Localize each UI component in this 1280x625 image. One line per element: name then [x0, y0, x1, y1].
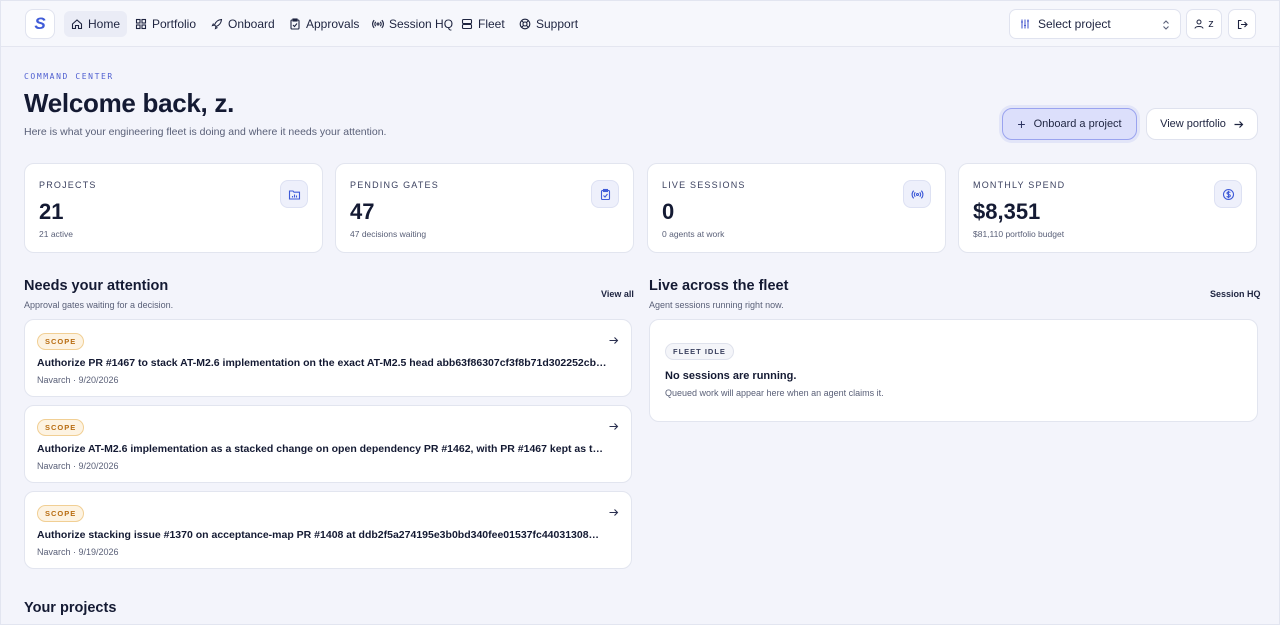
logout-button[interactable] [1228, 9, 1256, 39]
nav-portfolio-label: Portfolio [152, 17, 197, 31]
attention-subtitle: Approval gates waiting for a decision. [24, 300, 174, 310]
gate-card[interactable]: SCOPE Authorize stacking issue #1370 on … [24, 491, 632, 569]
gate-title: Authorize AT-M2.6 implementation as a st… [37, 443, 607, 455]
gate-title: Authorize stacking issue #1370 on accept… [37, 529, 600, 541]
home-icon [71, 19, 83, 30]
stat-sub: 0 agents at work [662, 229, 725, 239]
stat-value: $8,351 [973, 199, 1041, 224]
onboard-project-button[interactable]: + Onboard a project [1002, 108, 1137, 140]
fleet-subtitle: Agent sessions running right now. [649, 300, 784, 310]
arrow-right-icon [609, 337, 619, 344]
gate-card[interactable]: SCOPE Authorize PR #1467 to stack AT-M2.… [24, 319, 632, 397]
scope-badge: SCOPE [37, 419, 85, 436]
nav-portfolio[interactable]: Portfolio [128, 11, 203, 37]
stat-card-projects[interactable]: PROJECTS 21 21 active [24, 163, 323, 253]
project-select-value: Select project [1038, 17, 1111, 31]
fleet-idle-card: FLEET IDLE No sessions are running. Queu… [649, 319, 1258, 422]
gate-card[interactable]: SCOPE Authorize AT-M2.6 implementation a… [24, 405, 632, 483]
nav-support-label: Support [536, 17, 579, 31]
chevron-updown-icon [1163, 20, 1169, 30]
gate-meta: Navarch · 9/19/2026 [37, 547, 119, 557]
nav-onboard-label: Onboard [228, 17, 275, 31]
nav-approvals[interactable]: Approvals [282, 11, 366, 37]
top-nav: S Home Portfolio Onboard Approvals Sessi… [1, 1, 1279, 47]
project-select[interactable]: Select project [1009, 9, 1181, 39]
gate-meta: Navarch · 9/20/2026 [37, 375, 119, 385]
gate-meta: Navarch · 9/20/2026 [37, 461, 119, 471]
page-eyebrow: COMMAND CENTER [24, 72, 114, 81]
nav-fleet[interactable]: Fleet [454, 11, 512, 37]
gate-title: Authorize PR #1467 to stack AT-M2.6 impl… [37, 357, 607, 369]
user-initial: z [1208, 18, 1214, 30]
nav-onboard[interactable]: Onboard [204, 11, 282, 37]
stat-label: MONTHLY SPEND [973, 180, 1066, 190]
arrow-right-icon [609, 509, 619, 516]
plus-icon: + [1017, 116, 1026, 132]
stat-value: 0 [662, 199, 675, 224]
app-logo[interactable]: S [25, 9, 55, 39]
stat-card-monthly-spend[interactable]: MONTHLY SPEND $8,351 $81,110 portfolio b… [958, 163, 1257, 253]
sliders-icon [1021, 19, 1029, 29]
projects-title: Your projects [24, 600, 117, 616]
nav-home-label: Home [88, 17, 121, 31]
stat-value: 47 [350, 199, 375, 224]
nav-session-hq-label: Session HQ [389, 17, 454, 31]
view-portfolio-label: View portfolio [1160, 118, 1226, 130]
stat-card-live-sessions[interactable]: LIVE SESSIONS 0 0 agents at work [647, 163, 946, 253]
arrow-right-icon [1234, 120, 1244, 128]
nav-support[interactable]: Support [512, 11, 585, 37]
fleet-idle-badge: FLEET IDLE [665, 343, 734, 360]
stat-label: PENDING GATES [350, 180, 439, 190]
nav-session-hq[interactable]: Session HQ [365, 11, 460, 37]
app-frame: S Home Portfolio Onboard Approvals Sessi… [0, 0, 1280, 625]
clipboard-check-icon [290, 18, 300, 30]
server-icon [461, 18, 473, 30]
folder-chart-icon [280, 180, 308, 208]
page-subtitle: Here is what your engineering fleet is d… [24, 126, 387, 138]
fleet-title: Live across the fleet [649, 278, 789, 294]
rocket-icon [211, 18, 223, 30]
broadcast-icon [903, 180, 931, 208]
scope-badge: SCOPE [37, 333, 85, 350]
scope-badge: SCOPE [37, 505, 85, 522]
stat-value: 21 [39, 199, 64, 224]
nav-home[interactable]: Home [64, 11, 128, 37]
broadcast-icon [372, 19, 384, 29]
fleet-empty-title: No sessions are running. [665, 370, 797, 382]
nav-fleet-label: Fleet [478, 17, 505, 31]
user-icon [1194, 19, 1204, 29]
onboard-project-label: Onboard a project [1033, 118, 1122, 130]
stat-sub: $81,110 portfolio budget [973, 229, 1065, 239]
view-portfolio-button[interactable]: View portfolio [1146, 108, 1258, 140]
session-hq-link[interactable]: Session HQ [1210, 289, 1261, 299]
page-title: Welcome back, z. [24, 88, 235, 118]
user-menu-button[interactable]: z [1186, 9, 1222, 39]
arrow-right-icon [609, 423, 619, 430]
clipboard-check-icon [591, 180, 619, 208]
view-all-link[interactable]: View all [601, 289, 634, 299]
lifebuoy-icon [519, 18, 531, 30]
stat-card-pending-gates[interactable]: PENDING GATES 47 47 decisions waiting [335, 163, 634, 253]
fleet-empty-subtitle: Queued work will appear here when an age… [665, 388, 884, 398]
nav-approvals-label: Approvals [306, 17, 360, 31]
stat-label: LIVE SESSIONS [662, 180, 746, 190]
stat-label: PROJECTS [39, 180, 97, 190]
logout-icon [1237, 19, 1248, 29]
stat-sub: 47 decisions waiting [350, 229, 427, 239]
dollar-circle-icon [1214, 180, 1242, 208]
stat-sub: 21 active [39, 229, 74, 239]
grid-icon [135, 18, 147, 30]
attention-title: Needs your attention [24, 278, 169, 294]
